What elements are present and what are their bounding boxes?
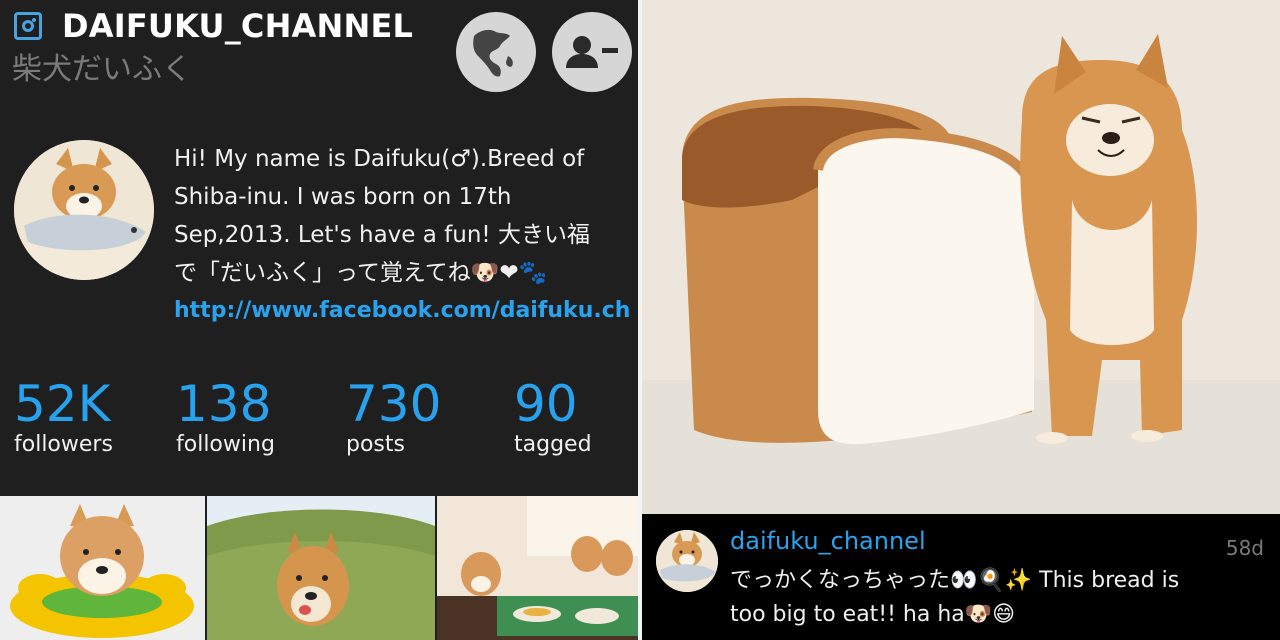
post-panel: daifuku_channel 58d でっかくなっちゃった👀🍳✨ This b… [642,0,1280,640]
profile-display-name: 柴犬だいふく [12,52,192,87]
post-caption-bar: daifuku_channel 58d でっかくなっちゃった👀🍳✨ This b… [642,514,1280,640]
post-author-username[interactable]: daifuku_channel [730,526,926,556]
stat-tagged[interactable]: 90 tagged [514,376,592,458]
stat-label: following [176,432,275,457]
post-caption: でっかくなっちゃった👀🍳✨ This bread is too big to e… [730,568,1180,627]
photo-grid [0,496,638,640]
photo-thumbnail[interactable] [0,496,205,640]
photo-thumbnail[interactable] [437,496,638,640]
stat-label: followers [14,432,113,457]
profile-username: DAIFUKU_CHANNEL [62,7,414,45]
unfollow-button[interactable] [552,12,632,92]
post-image [642,0,1280,514]
profile-panel: DAIFUKU_CHANNEL 柴犬だいふく Hi! My name is Da… [0,0,638,640]
stat-value: 138 [176,375,272,433]
stat-label: tagged [514,432,592,457]
instagram-icon[interactable] [14,12,42,40]
stat-value: 52K [14,375,111,433]
post-photo[interactable] [642,0,1280,514]
stat-value: 90 [514,375,578,433]
profile-bio: Hi! My name is Daifuku(♂).Breed of Shiba… [174,146,590,286]
profile-website-link[interactable]: http://www.facebook.com/daifuku.ch [174,294,630,328]
stat-value: 730 [346,375,442,433]
stat-label: posts [346,432,405,457]
user-minus-icon [566,36,618,68]
photo-thumbnail[interactable] [207,496,435,640]
avatar-image [14,140,154,280]
stat-following[interactable]: 138 following [176,376,275,458]
stat-posts[interactable]: 730 posts [346,376,441,458]
globe-icon [458,14,534,90]
profile-avatar[interactable] [14,140,154,280]
stat-followers[interactable]: 52K followers [14,376,113,458]
post-timestamp: 58d [1225,536,1264,560]
post-author-avatar[interactable] [656,530,718,592]
globe-button[interactable] [456,12,536,92]
